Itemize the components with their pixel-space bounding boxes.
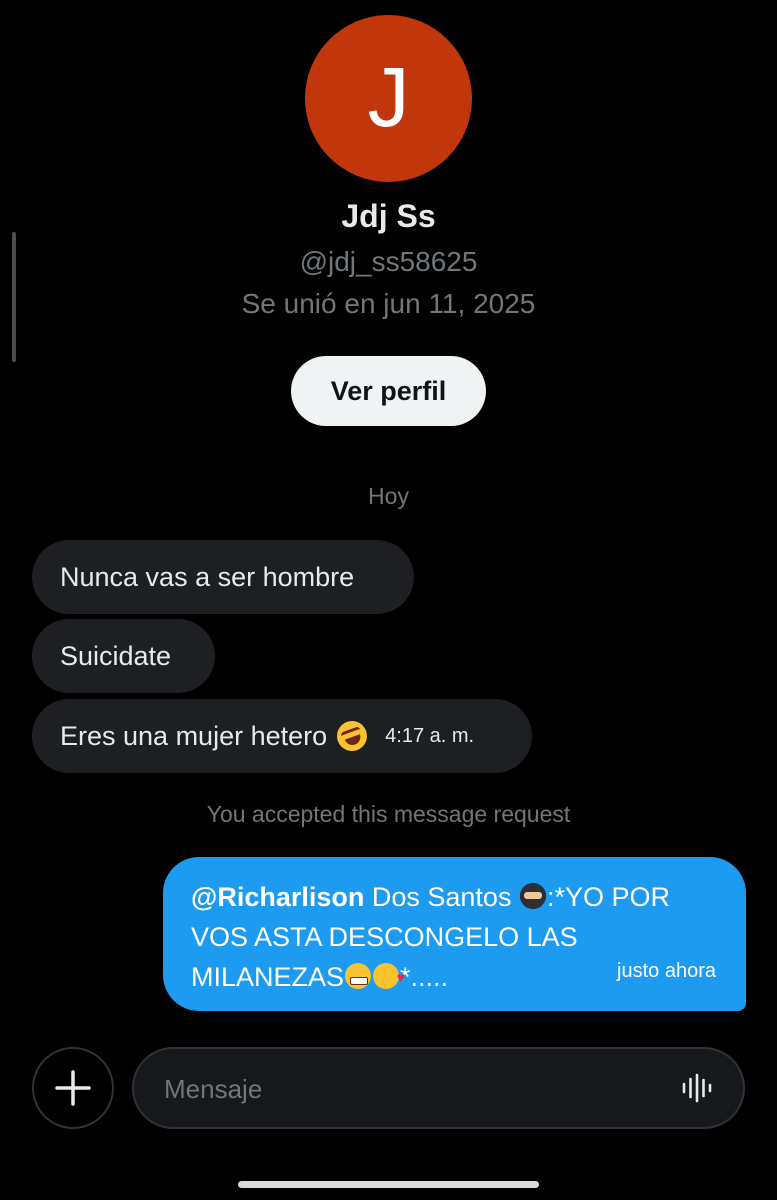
ninja-emoji-icon [519,883,546,909]
avatar-initial: J [367,49,410,144]
profile-name: Jdj Ss [341,198,436,234]
profile-joined-date: Se unió en jun 11, 2025 [241,288,536,319]
rolling-on-floor-laughing-emoji-icon [332,716,372,756]
plus-icon [55,1070,91,1106]
incoming-message[interactable]: Eres una mujer hetero 4:17 a. m. [32,699,532,773]
message-text: Eres una mujer hetero [60,720,328,751]
profile-handle: @jdj_ss58625 [299,246,478,277]
view-profile-button[interactable]: Ver perfil [291,356,486,426]
message-text: *..... [400,962,449,992]
message-text: Suicidate [60,640,172,671]
message-text: VOS ASTA DESCONGELO LAS [191,922,578,952]
grinning-emoji-icon [345,963,372,989]
add-attachment-button[interactable] [32,1047,114,1129]
mention-link[interactable]: @Richarlison [191,882,364,912]
date-separator: Hoy [368,483,409,509]
outgoing-message[interactable]: @Richarlison Dos Santos :*YO POR VOS AST… [163,857,746,1011]
incoming-message[interactable]: Suicidate [32,619,215,693]
message-text: :*YO POR [546,882,670,912]
message-timestamp: justo ahora [617,960,716,982]
message-text: Dos Santos [364,882,512,912]
message-request-accepted-note: You accepted this message request [206,801,571,827]
avatar[interactable]: J [305,15,472,182]
message-text: MILANEZAS [191,962,345,992]
message-timestamp: 4:17 a. m. [385,724,475,747]
message-text: Nunca vas a ser hombre [60,561,355,592]
message-composer[interactable] [132,1047,745,1129]
home-indicator[interactable] [238,1181,539,1188]
voice-waveform-icon[interactable] [681,1073,713,1103]
incoming-message[interactable]: Nunca vas a ser hombre [32,540,414,614]
message-input[interactable] [162,1049,646,1129]
smiling-face-with-hearts-emoji-icon [373,957,405,997]
